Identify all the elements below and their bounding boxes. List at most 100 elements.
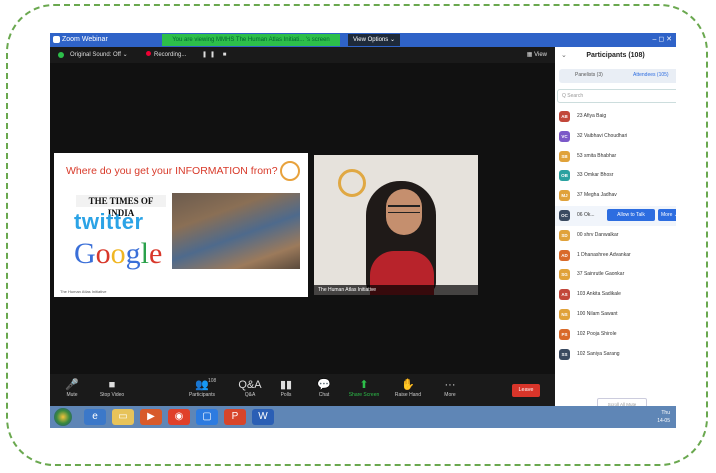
share-screen-label: Share Screen <box>348 392 380 398</box>
participant-row[interactable]: AD 1 Dhanashree Advankar <box>555 246 676 266</box>
view-button[interactable]: ▦ View <box>527 51 547 58</box>
participant-avatar: SD <box>559 229 570 241</box>
participant-row[interactable]: AS 103 Ankita Sadikale <box>555 285 676 305</box>
participant-avatar: AS <box>559 289 570 301</box>
participant-avatar: NS <box>559 308 570 320</box>
zoom-app-icon <box>53 36 60 43</box>
tray-date: 14-05 <box>657 418 670 424</box>
share-screen-icon: ⬆ <box>359 379 369 391</box>
slide-logo-icon <box>280 161 300 181</box>
raise-hand-button[interactable]: ✋ Raise Hand <box>386 378 430 398</box>
participants-title: Participants (108) <box>586 52 645 59</box>
raise-hand-label: Raise Hand <box>394 392 422 398</box>
participant-row[interactable]: OC 06 Ok... Allow to Talk More ⌄ <box>555 205 676 226</box>
participant-row[interactable]: PS 102 Pooja Shirole <box>555 325 676 345</box>
participant-name: 53 smita Bhabhar <box>577 152 617 159</box>
zoom-taskbar-icon[interactable]: ▢ <box>196 409 218 425</box>
powerpoint-icon[interactable]: P <box>224 409 246 425</box>
participant-row[interactable]: MJ 37 Megha Jadhav <box>555 186 676 206</box>
word-icon[interactable]: W <box>252 409 274 425</box>
chat-icon: 💬 <box>317 379 331 391</box>
shared-slide: Where do you get your INFORMATION from? … <box>54 153 308 297</box>
participants-icon: 👥 <box>195 379 209 391</box>
participant-row[interactable]: SD 00 shrv Danwalkar <box>555 226 676 246</box>
mute-button[interactable]: 🎤 Mute <box>50 378 94 398</box>
chat-button[interactable]: 💬 Chat <box>302 378 346 398</box>
start-button-icon[interactable] <box>54 408 72 426</box>
google-letter: o <box>110 237 126 270</box>
mute-label: Mute <box>66 392 78 398</box>
more-button[interactable]: ··· More <box>428 378 472 398</box>
record-dot-icon <box>146 51 151 56</box>
participant-search-input[interactable]: Q Search <box>557 89 676 103</box>
participant-name: 102 Pooja Shirole <box>577 330 617 337</box>
participants-panel: ⌄ Participants (108) Panelists (3) Atten… <box>555 47 676 406</box>
participant-row[interactable]: SB 53 smita Bhabhar <box>555 147 676 167</box>
participant-row[interactable]: OB 33 Omkar Bhosr <box>555 166 676 186</box>
tab-attendees[interactable]: Attendees (105) <box>633 72 669 78</box>
window-title: Zoom Webinar <box>62 36 108 43</box>
google-letter: e <box>149 237 163 270</box>
more-label: More <box>444 392 456 398</box>
participant-name: 06 Ok... <box>577 211 595 218</box>
window-controls[interactable]: – ◻ ✕ <box>653 35 672 43</box>
slide-title: Where do you get your INFORMATION from? <box>66 165 278 177</box>
media-player-icon[interactable]: ▶ <box>140 409 162 425</box>
stop-video-icon: ■ <box>108 379 116 391</box>
recording-pause-stop-buttons[interactable]: ❚❚ ■ <box>202 51 229 58</box>
participant-name: 102 Saniya Sarang <box>577 350 620 357</box>
participant-avatar: AB <box>559 111 570 122</box>
participant-avatar: VC <box>559 130 570 142</box>
times-of-india-logo: THE TIMES OF INDIA <box>76 195 166 218</box>
human-atlas-logo-icon <box>338 169 366 197</box>
participant-name: 23 Afiya Baig <box>577 113 607 119</box>
chrome-icon[interactable]: ◉ <box>168 409 190 425</box>
tab-panelists[interactable]: Panelists (3) <box>575 72 603 78</box>
twitter-logo: twitter <box>74 209 144 234</box>
share-screen-button[interactable]: ⬆ Share Screen <box>342 378 386 398</box>
stop-video-button[interactable]: ■ Stop Video <box>90 378 134 398</box>
raise-hand-icon: ✋ <box>401 379 415 391</box>
participant-name: 103 Ankita Sadikale <box>577 291 621 298</box>
participants-header: ⌄ Participants (108) <box>555 47 676 65</box>
participants-label: Participants <box>188 392 216 398</box>
scroll-all-mute-button[interactable]: Scroll All Mute <box>597 398 647 406</box>
participant-row[interactable]: SS 102 Saniya Sarang <box>555 345 676 365</box>
view-options-button[interactable]: View Options ⌄ <box>348 34 400 46</box>
participant-avatar: OC <box>559 209 570 221</box>
participant-list: AB 23 Afiya Baig VC 32 Vaibhavi Choudhari SB… <box>555 107 676 364</box>
zoom-webinar-window: Zoom Webinar You are viewing MMHS The Hu… <box>50 33 676 428</box>
file-explorer-icon[interactable]: ▭ <box>112 409 134 425</box>
internet-explorer-icon[interactable]: e <box>84 409 106 425</box>
participant-name: 37 Sainrutle Gaonkar <box>577 271 625 278</box>
participant-more-button[interactable]: More ⌄ <box>658 208 676 221</box>
speaker-glasses <box>388 205 420 213</box>
leave-button[interactable]: Leave <box>512 384 540 397</box>
google-letter: g <box>125 237 141 270</box>
more-icon: ··· <box>444 379 456 391</box>
participant-avatar: SG <box>559 269 570 281</box>
participant-row[interactable]: NS 100 Nilam Sawant <box>555 305 676 325</box>
participant-row[interactable]: VC 32 Vaibhavi Choudhari <box>555 127 676 147</box>
participants-button[interactable]: 👥 Participants <box>180 378 224 398</box>
chat-label: Chat <box>318 392 330 398</box>
speaker-video: The Human Atlas Initiative <box>314 155 478 295</box>
original-sound-toggle[interactable]: Original Sound: Off ⌄ <box>70 51 128 58</box>
system-tray-clock[interactable]: Thu 14-05 <box>657 409 670 425</box>
participant-avatar: SB <box>559 150 570 162</box>
participant-row[interactable]: AB 23 Afiya Baig <box>555 107 676 127</box>
google-letter: G <box>74 237 96 270</box>
security-shield-icon[interactable] <box>58 52 64 58</box>
tray-day: Thu <box>661 410 670 416</box>
mute-icon: 🎤 <box>65 379 79 391</box>
meeting-top-toolbar: Original Sound: Off ⌄ Recording... ❚❚ ■ … <box>50 47 555 63</box>
participant-avatar: OB <box>559 170 570 182</box>
google-letter: l <box>140 237 150 270</box>
participant-name: 37 Megha Jadhav <box>577 192 617 199</box>
collapse-chevron-icon[interactable]: ⌄ <box>561 47 567 65</box>
children-photo <box>172 193 300 269</box>
slide-caption: The Human Atlas Initiative <box>60 289 107 294</box>
allow-to-talk-button[interactable]: Allow to Talk <box>607 208 655 221</box>
participant-row[interactable]: SG 37 Sainrutle Gaonkar <box>555 265 676 285</box>
title-bar: Zoom Webinar You are viewing MMHS The Hu… <box>50 33 676 47</box>
